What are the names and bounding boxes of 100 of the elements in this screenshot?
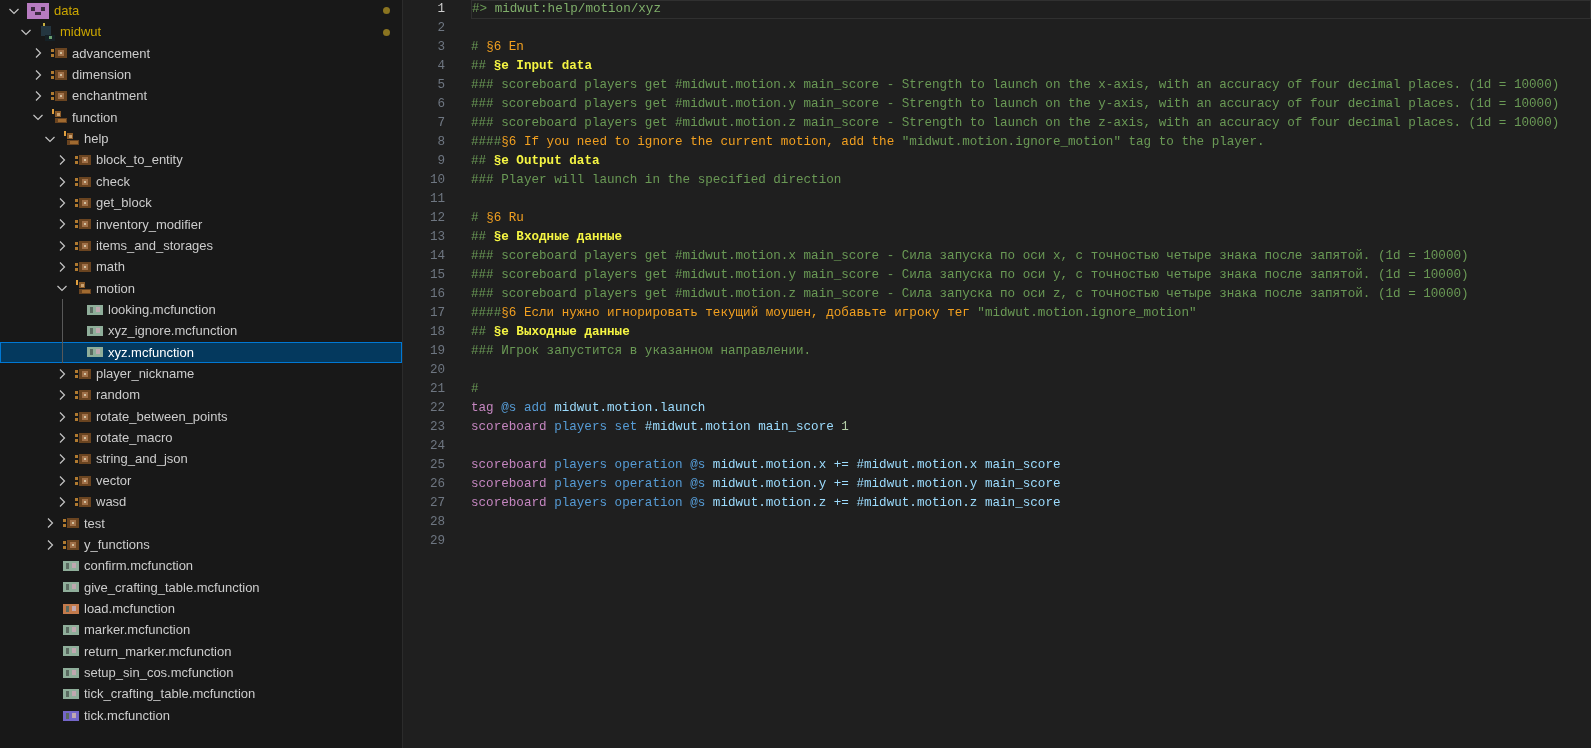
tree-item[interactable]: rotate_between_points <box>0 405 402 428</box>
code-line: #> midwut:help/motion/xyz <box>472 1 661 19</box>
code-line: ### Игрок запустится в указанном направлении. <box>471 343 812 361</box>
line-number: 1 <box>436 1 445 19</box>
code-line: scoreboard players set #midwut.motion main_score 1 <box>471 419 849 437</box>
line-number: 28 <box>428 514 445 532</box>
line-number: 21 <box>428 381 445 399</box>
line-number: 18 <box>428 324 445 342</box>
tree-item[interactable]: check <box>0 170 402 193</box>
tree-item[interactable]: data <box>0 0 402 22</box>
code-line: ### scoreboard players get #midwut.motion.y main_score - Сила запуска по оси y, с точностью четыре знака после запятой. (1d = 10000) <box>471 267 1469 285</box>
folder-icon <box>75 390 91 401</box>
line-number: 5 <box>436 77 445 95</box>
tree-item[interactable]: xyz_ignore.mcfunction <box>0 320 402 342</box>
line-number: 13 <box>428 229 445 247</box>
tree-item[interactable]: tick.mcfunction <box>0 704 402 727</box>
folder-icon <box>75 432 91 443</box>
tree-item[interactable]: string_and_json <box>0 448 402 470</box>
code-line: tag @s add midwut.motion.launch <box>471 400 706 418</box>
folder-icon <box>39 23 55 42</box>
line-number: 25 <box>428 457 445 475</box>
code-line: # §6 En <box>471 39 524 57</box>
tree-item[interactable]: midwut <box>0 21 402 43</box>
tree-item[interactable]: xyz.mcfunction <box>0 341 402 364</box>
tree-item[interactable]: looking.mcfunction <box>0 299 402 321</box>
folder-icon <box>51 48 67 59</box>
folder-icon <box>75 262 91 272</box>
tree-item[interactable]: random <box>0 384 402 406</box>
folder-icon <box>75 368 91 379</box>
line-number: 4 <box>436 58 445 76</box>
code-line: ### scoreboard players get #midwut.motion.z main_score - Сила запуска по оси z, с точностью четыре знака после запятой. (1d = 10000) <box>471 286 1469 304</box>
tree-item[interactable]: rotate_macro <box>0 427 402 449</box>
tree-item[interactable]: return_marker.mcfunction <box>0 640 402 663</box>
tree-item[interactable]: math <box>0 256 402 278</box>
line-number: 6 <box>436 96 445 114</box>
line-number: 12 <box>428 210 445 228</box>
code-line: ## §e Выходные данные <box>471 324 630 342</box>
cube-icon <box>27 2 49 19</box>
tree-item[interactable]: help <box>0 128 402 150</box>
line-number: 29 <box>428 533 445 551</box>
code-line: # <box>471 381 479 399</box>
tree-item[interactable]: items_and_storages <box>0 234 402 257</box>
line-number: 8 <box>436 134 445 152</box>
code-line: ####§6 If you need to ignore the current motion, add the "midwut.motion.ignore_motion" tag to the player. <box>471 134 1265 152</box>
tree-item[interactable]: inventory_modifier <box>0 213 402 235</box>
tree-item[interactable]: vector <box>0 469 402 492</box>
tree-item[interactable]: confirm.mcfunction <box>0 555 402 577</box>
line-number: 20 <box>428 362 445 380</box>
code-line: ### scoreboard players get #midwut.motion.y main_score - Strength to launch on the y-axis, with an accuracy of four decimal places. (1d = 10000) <box>471 96 1560 114</box>
folder-icon <box>75 496 91 507</box>
line-number: 17 <box>428 305 445 323</box>
folder-icon <box>75 155 91 166</box>
line-number: 24 <box>428 438 445 456</box>
line-number: 19 <box>428 343 445 361</box>
line-number: 27 <box>428 495 445 513</box>
code-line: ### scoreboard players get #midwut.motion.z main_score - Strength to launch on the z-axis, with an accuracy of four decimal places. (1d = 10000) <box>471 115 1560 133</box>
folder-icon <box>75 411 91 422</box>
open-folder-icon <box>63 130 79 147</box>
tree-item[interactable]: load.mcfunction <box>0 598 402 620</box>
code-line: ## §e Входные данные <box>471 229 623 247</box>
line-number: 7 <box>436 115 445 133</box>
folder-icon <box>75 240 91 251</box>
tree-item[interactable]: block_to_entity <box>0 149 402 171</box>
code-line: # §6 Ru <box>471 210 524 228</box>
tree-item[interactable]: wasd <box>0 491 402 513</box>
folder-icon <box>51 91 67 102</box>
line-number: 22 <box>428 400 445 418</box>
open-folder-icon <box>51 109 67 126</box>
code-line: ####§6 Если нужно игнорировать текущий моушен, добавьте игроку тег "midwut.motion.ignore_motion" <box>471 305 1197 323</box>
tree-item[interactable]: tick_crafting_table.mcfunction <box>0 683 402 705</box>
tree-item[interactable]: give_crafting_table.mcfunction <box>0 576 402 599</box>
line-number: 26 <box>428 476 445 494</box>
line-number: 16 <box>428 286 445 304</box>
line-number: 23 <box>428 419 445 437</box>
tree-item[interactable]: dimension <box>0 64 402 86</box>
tree-item[interactable]: get_block <box>0 192 402 214</box>
line-number: 14 <box>428 248 445 266</box>
code-line: ### scoreboard players get #midwut.motion.x main_score - Strength to launch on the x-axis, with an accuracy of four decimal places. (1d = 10000) <box>471 77 1560 95</box>
folder-icon <box>75 219 91 230</box>
code-line: ## §e Output data <box>471 153 600 171</box>
folder-icon <box>51 69 67 80</box>
tree-item[interactable]: advancement <box>0 42 402 65</box>
tree-item[interactable]: enchantment <box>0 85 402 107</box>
code-line: ### scoreboard players get #midwut.motion.x main_score - Сила запуска по оси x, с точностью четыре знака после запятой. (1d = 10000) <box>471 248 1469 266</box>
tree-item[interactable]: test <box>0 512 402 534</box>
tree-item[interactable]: y_functions <box>0 534 402 556</box>
line-number: 3 <box>436 39 445 57</box>
folder-icon <box>63 518 79 529</box>
folder-icon <box>75 176 91 187</box>
open-folder-icon <box>75 280 91 297</box>
line-number: 9 <box>436 153 445 171</box>
tree-item[interactable]: player_nickname <box>0 363 402 385</box>
tree-item[interactable]: motion <box>0 277 402 300</box>
tree-item[interactable]: setup_sin_cos.mcfunction <box>0 662 402 684</box>
code-line: scoreboard players operation @s midwut.motion.x += #midwut.motion.x main_score <box>471 457 1061 475</box>
tree-item[interactable]: function <box>0 106 402 129</box>
code-line: scoreboard players operation @s midwut.motion.z += #midwut.motion.z main_score <box>471 495 1061 513</box>
code-line: ### Player will launch in the specified direction <box>471 172 842 190</box>
line-number: 11 <box>428 191 445 209</box>
tree-item[interactable]: marker.mcfunction <box>0 619 402 641</box>
